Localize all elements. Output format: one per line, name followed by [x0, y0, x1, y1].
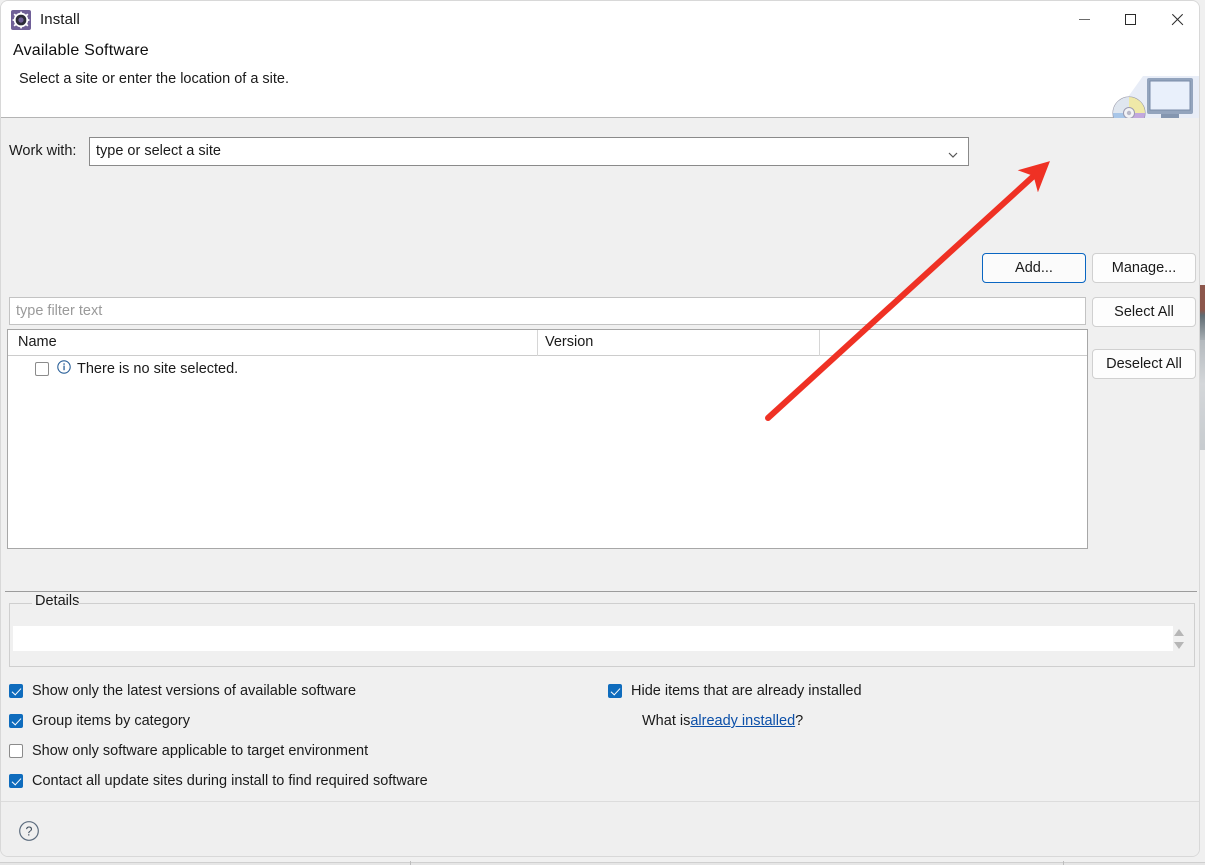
option-hide-installed[interactable]: Hide items that are already installed	[601, 676, 1161, 706]
details-group: Details	[9, 593, 1195, 667]
background-window-edge-lower	[1200, 340, 1205, 450]
install-dialog: Install Available Software Select a site…	[0, 0, 1200, 857]
page-title: Available Software	[13, 42, 149, 59]
manage-button[interactable]: Manage...	[1092, 253, 1196, 283]
spinner-arrows-icon[interactable]	[1172, 627, 1186, 651]
work-with-row: Work with: type or select a site	[1, 136, 1199, 166]
add-button[interactable]: Add...	[982, 253, 1086, 283]
filter-placeholder: type filter text	[16, 303, 103, 319]
option-label: Contact all update sites during install …	[32, 773, 428, 789]
option-checkbox[interactable]	[9, 744, 23, 758]
chevron-down-icon	[948, 147, 958, 158]
column-header-name[interactable]: Name	[18, 334, 57, 350]
tree-header: Name Version	[8, 330, 1087, 356]
option-contact-all-sites[interactable]: Contact all update sites during install …	[1, 766, 1199, 796]
what-is-prefix: What is	[642, 713, 691, 729]
what-is-already-installed: What is already installed?	[601, 706, 1161, 736]
option-label: Group items by category	[32, 713, 190, 729]
work-with-combo[interactable]: type or select a site	[89, 136, 969, 166]
background-window-tick	[410, 861, 411, 865]
column-divider[interactable]	[537, 330, 538, 356]
install-gear-icon	[11, 9, 31, 30]
maximize-button[interactable]	[1107, 1, 1153, 38]
details-separator	[5, 591, 1197, 592]
what-is-suffix: ?	[795, 713, 804, 729]
deselect-all-button[interactable]: Deselect All	[1092, 349, 1196, 379]
options-area: Show only the latest versions of availab…	[1, 676, 1199, 796]
maximize-icon	[1124, 14, 1136, 25]
help-question-icon[interactable]: ?	[18, 820, 40, 842]
option-checkbox[interactable]	[9, 684, 23, 698]
work-with-value: type or select a site	[96, 143, 221, 159]
row-checkbox[interactable]	[35, 362, 49, 376]
option-label: Show only the latest versions of availab…	[32, 683, 357, 699]
column-header-version[interactable]: Version	[545, 334, 593, 350]
minimize-icon	[1078, 19, 1090, 20]
available-software-tree[interactable]: Name Version There is no site selected.	[7, 329, 1088, 549]
dialog-body: Work with: type or select a site Add... …	[1, 118, 1199, 856]
svg-text:?: ?	[26, 825, 33, 839]
details-text-area[interactable]	[13, 626, 1173, 651]
background-window-edge	[1200, 285, 1205, 340]
option-checkbox[interactable]	[9, 774, 23, 788]
close-button[interactable]	[1153, 1, 1199, 38]
option-checkbox[interactable]	[608, 684, 622, 698]
options-right-column: Hide items that are already installed Wh…	[601, 676, 1161, 736]
option-applicable-target[interactable]: Show only software applicable to target …	[1, 736, 1199, 766]
screen: Install Available Software Select a site…	[0, 0, 1205, 865]
minimize-button[interactable]	[1061, 1, 1107, 38]
details-label: Details	[32, 593, 83, 609]
background-window-tick	[1063, 861, 1064, 865]
work-with-label: Work with:	[9, 143, 77, 159]
already-installed-link[interactable]: already installed	[690, 713, 795, 729]
row-name: There is no site selected.	[77, 361, 239, 377]
window-controls	[1061, 1, 1199, 38]
title-bar: Install	[1, 1, 1199, 38]
option-label: Hide items that are already installed	[631, 683, 862, 699]
filter-input[interactable]: type filter text	[9, 297, 1086, 325]
close-icon	[1170, 13, 1183, 26]
option-label: Show only software applicable to target …	[32, 743, 369, 759]
option-checkbox[interactable]	[9, 714, 23, 728]
page-banner: Available Software Select a site or ente…	[1, 38, 1199, 132]
window-title: Install	[40, 11, 80, 28]
column-divider[interactable]	[819, 330, 820, 356]
info-icon	[57, 359, 71, 379]
dialog-footer: ?	[1, 801, 1199, 856]
select-all-button[interactable]: Select All	[1092, 297, 1196, 327]
page-subtitle: Select a site or enter the location of a…	[19, 71, 290, 87]
table-row[interactable]: There is no site selected.	[8, 356, 1087, 382]
